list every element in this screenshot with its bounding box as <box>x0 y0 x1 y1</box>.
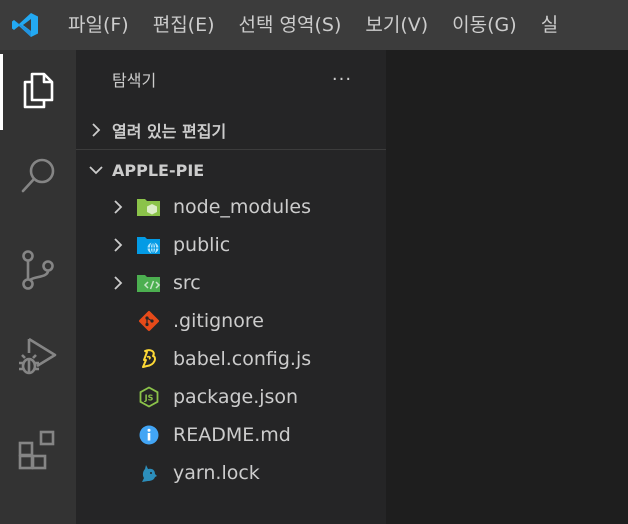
files-icon <box>18 70 58 114</box>
editor-area[interactable] <box>386 50 628 524</box>
tree-item-label: README.md <box>173 424 291 446</box>
tree-item-label: babel.config.js <box>173 348 312 370</box>
tree-item-node-modules[interactable]: node_modules <box>76 188 386 226</box>
section-divider <box>76 149 386 150</box>
menu-bar: 파일(F) 편집(E) 선택 영역(S) 보기(V) 이동(G) 실 <box>50 0 570 50</box>
sidebar-title: 탐색기 <box>112 71 157 90</box>
chevron-down-icon <box>88 162 104 178</box>
activity-explorer[interactable] <box>0 54 76 130</box>
tree-item-src[interactable]: src <box>76 264 386 302</box>
open-editors-section[interactable]: 열려 있는 편집기 <box>76 112 386 148</box>
activity-bar <box>0 50 76 524</box>
babel-icon <box>136 348 162 370</box>
menu-go[interactable]: 이동(G) <box>440 0 529 50</box>
file-tree: node_modules public src .gitignore babel… <box>76 188 386 492</box>
run-debug-icon <box>15 333 61 383</box>
menu-run[interactable]: 실 <box>529 0 570 50</box>
activity-search[interactable] <box>0 140 76 216</box>
src-folder-icon <box>136 272 162 294</box>
chevron-right-icon <box>88 122 104 138</box>
activity-run-debug[interactable] <box>0 320 76 396</box>
extensions-icon <box>16 428 60 476</box>
tree-item-label: src <box>173 272 201 294</box>
tree-item-gitignore[interactable]: .gitignore <box>76 302 386 340</box>
sidebar-header: 탐색기 ··· <box>76 50 386 110</box>
menu-file[interactable]: 파일(F) <box>50 0 141 50</box>
activity-source-control[interactable] <box>0 234 76 310</box>
root-folder-section[interactable]: APPLE-PIE <box>76 152 386 188</box>
tree-item-label: node_modules <box>173 196 312 218</box>
tree-item-package-json[interactable]: JS package.json <box>76 378 386 416</box>
chevron-right-icon <box>110 199 126 215</box>
nodejs-icon: JS <box>136 386 162 408</box>
tree-item-label: .gitignore <box>173 310 264 332</box>
title-bar: 파일(F) 편집(E) 선택 영역(S) 보기(V) 이동(G) 실 <box>0 0 628 50</box>
explorer-sidebar: 탐색기 ··· 열려 있는 편집기 APPLE-PIE node_modules… <box>76 50 386 524</box>
tree-item-label: yarn.lock <box>173 462 260 484</box>
tree-item-label: public <box>173 234 231 256</box>
vscode-logo-icon <box>0 0 50 50</box>
more-actions-button[interactable]: ··· <box>326 64 358 94</box>
source-control-icon <box>18 248 58 296</box>
info-icon <box>136 424 162 446</box>
svg-text:JS: JS <box>144 394 154 403</box>
tree-item-babel-config[interactable]: babel.config.js <box>76 340 386 378</box>
root-folder-label: APPLE-PIE <box>112 160 205 180</box>
menu-selection[interactable]: 선택 영역(S) <box>227 0 354 50</box>
yarn-icon <box>136 462 162 484</box>
tree-item-yarn-lock[interactable]: yarn.lock <box>76 454 386 492</box>
chevron-right-icon <box>110 237 126 253</box>
tree-item-label: package.json <box>173 386 299 408</box>
search-icon <box>17 155 59 201</box>
menu-view[interactable]: 보기(V) <box>353 0 440 50</box>
activity-extensions[interactable] <box>0 414 76 490</box>
chevron-right-icon <box>110 275 126 291</box>
tree-item-public[interactable]: public <box>76 226 386 264</box>
git-icon <box>136 310 162 332</box>
open-editors-label: 열려 있는 편집기 <box>112 122 227 141</box>
menu-edit[interactable]: 편집(E) <box>141 0 227 50</box>
tree-item-readme[interactable]: README.md <box>76 416 386 454</box>
public-folder-icon <box>136 234 162 256</box>
node-folder-icon <box>136 196 162 218</box>
